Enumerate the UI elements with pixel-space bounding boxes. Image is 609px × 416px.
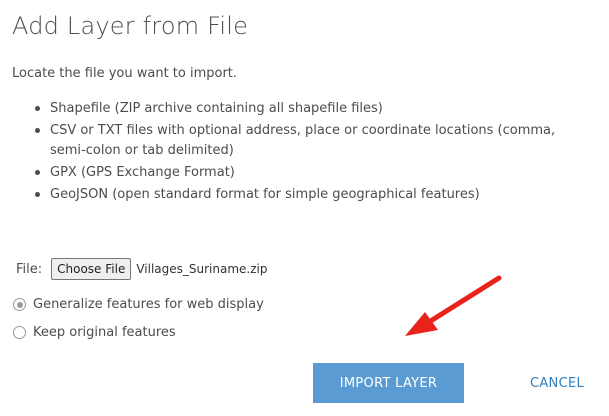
instruction-text: Locate the file you want to import.	[12, 66, 238, 81]
list-item: GPX (GPS Exchange Format)	[30, 163, 590, 183]
add-layer-dialog: Add Layer from File Locate the file you …	[0, 0, 609, 416]
list-item: Shapefile (ZIP archive containing all sh…	[30, 99, 590, 119]
cancel-button[interactable]: CANCEL	[514, 363, 600, 403]
format-csv-txt: CSV or TXT files with optional address, …	[50, 123, 556, 158]
keep-original-radio[interactable]	[13, 326, 26, 339]
generalize-features-option[interactable]: Generalize features for web display	[13, 297, 264, 312]
choose-file-button[interactable]: Choose File	[51, 258, 132, 280]
bullet-icon	[35, 192, 40, 197]
bullet-icon	[35, 128, 40, 133]
selected-file-name: Villages_Suriname.zip	[136, 262, 268, 276]
keep-original-label: Keep original features	[33, 325, 176, 340]
keep-original-option[interactable]: Keep original features	[13, 325, 176, 340]
bullet-icon	[35, 106, 40, 111]
format-geojson: GeoJSON (open standard format for simple…	[50, 187, 480, 202]
format-gpx: GPX (GPS Exchange Format)	[50, 165, 235, 180]
file-picker-row: File: Choose File Villages_Suriname.zip	[16, 258, 267, 280]
list-item: CSV or TXT files with optional address, …	[30, 121, 590, 161]
list-item: GeoJSON (open standard format for simple…	[30, 185, 590, 205]
supported-formats-list: Shapefile (ZIP archive containing all sh…	[30, 99, 590, 207]
format-shapefile: Shapefile (ZIP archive containing all sh…	[50, 101, 383, 116]
import-layer-button[interactable]: IMPORT LAYER	[313, 363, 464, 403]
dialog-title: Add Layer from File	[12, 12, 249, 40]
generalize-label: Generalize features for web display	[33, 297, 264, 312]
annotation-arrow-icon	[405, 275, 502, 336]
generalize-radio[interactable]	[13, 298, 26, 311]
file-label: File:	[16, 261, 43, 277]
bullet-icon	[35, 170, 40, 175]
